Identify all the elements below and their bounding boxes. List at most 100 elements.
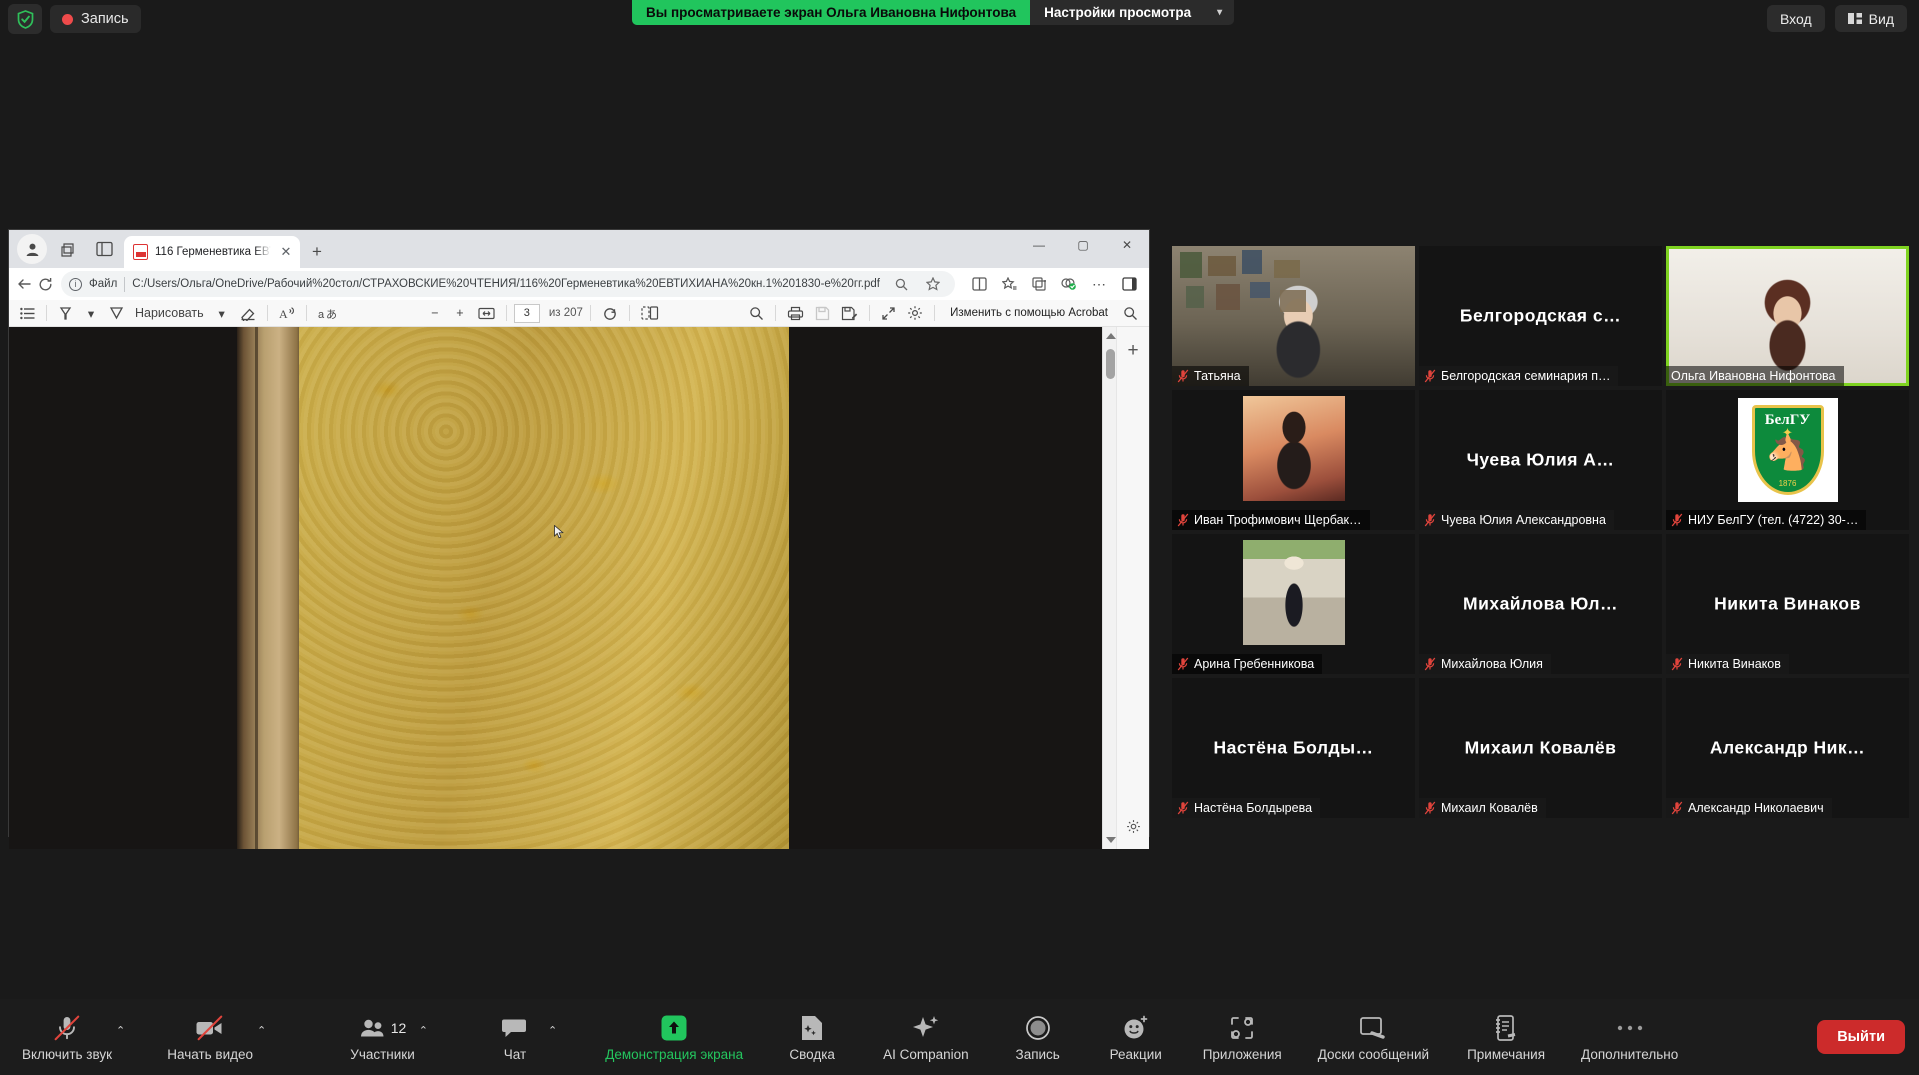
url-scheme-label: Файл bbox=[89, 278, 118, 290]
participants-button[interactable]: 12 Участники bbox=[350, 1013, 415, 1062]
new-tab-button[interactable]: + bbox=[312, 242, 322, 262]
participants-options-chevron-icon[interactable]: ⌃ bbox=[419, 1024, 428, 1037]
participant-tile[interactable]: Михаил Ковалёв Михаил Ковалёв bbox=[1419, 678, 1662, 818]
zoom-in-button[interactable]: + bbox=[449, 303, 471, 324]
video-options-chevron-icon[interactable]: ⌃ bbox=[257, 1024, 266, 1037]
favorite-star-icon[interactable] bbox=[919, 271, 947, 297]
chat-button[interactable]: Чат bbox=[486, 1013, 544, 1062]
view-label: Вид bbox=[1868, 10, 1894, 27]
collections-icon[interactable] bbox=[1025, 271, 1053, 297]
video-toggle-button[interactable]: Начать видео bbox=[167, 1013, 253, 1062]
mute-label: Включить звук bbox=[22, 1046, 113, 1062]
notes-button[interactable]: Примечания bbox=[1467, 1013, 1545, 1062]
profile-avatar-icon[interactable] bbox=[17, 234, 47, 264]
whiteboards-button[interactable]: Доски сообщений bbox=[1318, 1013, 1429, 1062]
split-screen-icon[interactable] bbox=[965, 271, 993, 297]
apps-button[interactable]: Приложения bbox=[1203, 1013, 1282, 1062]
participant-tile[interactable]: Александр Ник… Александр Николаевич bbox=[1666, 678, 1909, 818]
participant-tile[interactable]: Татьяна bbox=[1172, 246, 1415, 386]
translate-icon[interactable]: a あ bbox=[314, 303, 342, 324]
rail-add-icon[interactable]: + bbox=[1127, 341, 1138, 360]
close-tab-icon[interactable]: ✕ bbox=[278, 244, 294, 260]
expand-icon[interactable] bbox=[877, 303, 900, 324]
tile-name-bar: Михайлова Юлия bbox=[1419, 654, 1551, 674]
draw-button[interactable]: Нарисовать bbox=[131, 303, 208, 324]
share-screen-button[interactable]: Демонстрация экрана bbox=[605, 1013, 743, 1062]
participant-tile-active-speaker[interactable]: Ольга Ивановна Нифонтова bbox=[1666, 246, 1909, 386]
security-shield-button[interactable] bbox=[8, 4, 42, 34]
participant-display-name: Белгородская с… bbox=[1459, 305, 1622, 326]
print-icon[interactable] bbox=[783, 303, 808, 324]
participant-tile[interactable]: Чуева Юлия А… Чуева Юлия Александровна bbox=[1419, 390, 1662, 530]
highlight-chevron-icon[interactable]: ▾ bbox=[80, 303, 102, 324]
edit-with-acrobat-button[interactable]: Изменить с помощью Acrobat bbox=[942, 307, 1116, 319]
participant-tile[interactable]: Арина Гребенникова bbox=[1172, 534, 1415, 674]
participant-tile[interactable]: Иван Трофимович Щербак… bbox=[1172, 390, 1415, 530]
read-aloud-icon[interactable]: A bbox=[275, 303, 299, 324]
pdf-page-viewport[interactable]: + bbox=[9, 327, 1149, 849]
recording-indicator[interactable]: Запись bbox=[50, 5, 141, 33]
close-window-button[interactable]: ✕ bbox=[1105, 230, 1149, 260]
scrollbar-thumb[interactable] bbox=[1106, 349, 1115, 379]
scroll-up-icon[interactable] bbox=[1106, 333, 1116, 339]
draw-icon[interactable] bbox=[105, 303, 128, 324]
participant-video bbox=[1172, 246, 1415, 386]
login-button[interactable]: Вход bbox=[1767, 5, 1825, 32]
participant-name: Татьяна bbox=[1194, 369, 1241, 383]
eraser-icon[interactable] bbox=[236, 303, 260, 324]
divider bbox=[775, 305, 777, 321]
pdf-vertical-scrollbar[interactable] bbox=[1102, 327, 1116, 849]
view-button[interactable]: Вид bbox=[1834, 5, 1907, 32]
add-favorite-icon[interactable] bbox=[995, 271, 1023, 297]
save-as-icon[interactable] bbox=[837, 303, 862, 324]
ai-companion-button[interactable]: AI Companion bbox=[883, 1013, 969, 1062]
draw-chevron-icon[interactable]: ▾ bbox=[211, 303, 233, 324]
scroll-down-icon[interactable] bbox=[1106, 837, 1116, 843]
highlight-icon[interactable] bbox=[54, 303, 77, 324]
rail-settings-gear-icon[interactable] bbox=[1126, 819, 1141, 839]
back-icon[interactable] bbox=[15, 271, 34, 297]
workspaces-icon[interactable] bbox=[53, 234, 83, 264]
rotate-icon[interactable] bbox=[598, 303, 622, 324]
record-button[interactable]: Запись bbox=[1009, 1013, 1067, 1062]
participant-tile[interactable]: Настёна Болды… Настёна Болдырева bbox=[1172, 678, 1415, 818]
extension-shield-icon[interactable] bbox=[1055, 271, 1083, 297]
address-bar[interactable]: i Файл C:/Users/Ольга/OneDrive/Рабочий%2… bbox=[61, 271, 955, 297]
leave-meeting-button[interactable]: Выйти bbox=[1817, 1020, 1905, 1054]
acrobat-search-icon[interactable] bbox=[1119, 303, 1142, 324]
participant-name: Белгородская семинария п… bbox=[1441, 369, 1611, 383]
minimize-button[interactable]: — bbox=[1017, 230, 1061, 260]
chevron-down-icon: ▾ bbox=[1217, 7, 1223, 18]
reactions-button[interactable]: Реакции bbox=[1107, 1013, 1165, 1062]
pdf-settings-gear-icon[interactable] bbox=[903, 303, 927, 324]
more-settings-icon[interactable]: ⋯ bbox=[1085, 271, 1113, 297]
chat-options-chevron-icon[interactable]: ⌃ bbox=[548, 1024, 557, 1037]
participant-tiles-grid: Татьяна Белгородская с… Белгородская сем… bbox=[1172, 246, 1909, 822]
participant-tile[interactable]: БелГУ ✦ 🐴 1876 НИУ БелГУ (тел. (4722) 30… bbox=[1666, 390, 1909, 530]
page-number-input[interactable] bbox=[513, 303, 540, 323]
reload-icon[interactable] bbox=[36, 271, 55, 297]
sidebar-panel-icon[interactable] bbox=[1115, 271, 1143, 297]
mute-toggle-button[interactable]: Включить звук bbox=[22, 1013, 112, 1062]
toc-icon[interactable] bbox=[16, 303, 39, 324]
participant-tile[interactable]: Михайлова Юл… Михайлова Юлия bbox=[1419, 534, 1662, 674]
pdf-search-icon[interactable] bbox=[745, 303, 768, 324]
summary-button[interactable]: Сводка bbox=[783, 1013, 841, 1062]
audio-options-chevron-icon[interactable]: ⌃ bbox=[116, 1024, 125, 1037]
mic-off-icon bbox=[1671, 657, 1683, 671]
zoom-out-button[interactable]: − bbox=[424, 303, 446, 324]
tile-name-bar: Настёна Болдырева bbox=[1172, 798, 1321, 818]
fit-width-icon[interactable] bbox=[474, 303, 499, 324]
maximize-button[interactable]: ▢ bbox=[1061, 230, 1105, 260]
mic-off-icon bbox=[1424, 657, 1436, 671]
participant-tile[interactable]: Белгородская с… Белгородская семинария п… bbox=[1419, 246, 1662, 386]
more-options-button[interactable]: Дополнительно bbox=[1581, 1013, 1678, 1062]
participant-video bbox=[1242, 540, 1345, 645]
zoom-search-icon[interactable] bbox=[887, 271, 915, 297]
browser-tab[interactable]: 116 Герменевтика ЕВТИХИАНА ✕ bbox=[124, 236, 300, 268]
page-layout-icon[interactable] bbox=[637, 303, 663, 324]
sidebar-toggle-icon[interactable] bbox=[89, 234, 119, 264]
view-settings-button[interactable]: Настройки просмотра ▾ bbox=[1030, 0, 1235, 25]
ai-companion-label: AI Companion bbox=[883, 1046, 969, 1062]
participant-tile[interactable]: Никита Винаков Никита Винаков bbox=[1666, 534, 1909, 674]
